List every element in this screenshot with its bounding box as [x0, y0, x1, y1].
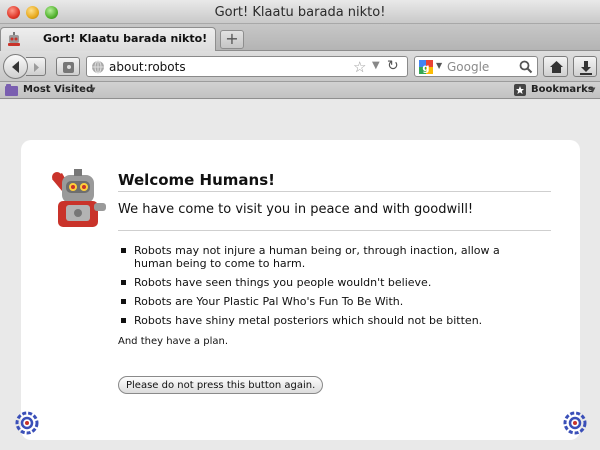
list-item-text: Robots have seen things you people would…: [134, 276, 432, 289]
window-title: Gort! Klaatu barada nikto!: [214, 5, 386, 20]
bullet: [121, 299, 126, 304]
search-placeholder: Google: [447, 60, 490, 74]
bookmark-star-icon[interactable]: ☆: [353, 58, 366, 76]
search-bar[interactable]: g ▼ Google: [414, 56, 538, 77]
window-titlebar: Gort! Klaatu barada nikto!: [0, 0, 600, 24]
list-item: Robots have shiny metal posteriors which…: [118, 314, 538, 327]
reload-icon[interactable]: ↻: [387, 58, 399, 74]
robot-icon: [52, 169, 106, 227]
page-content: Welcome Humans! We have come to visit yo…: [0, 100, 600, 450]
list-item-text: Robots are Your Plastic Pal Who's Fun To…: [134, 295, 404, 308]
plan-text: And they have a plan.: [118, 336, 229, 347]
chevron-down-icon[interactable]: ▼: [590, 86, 595, 94]
bookmarks-star-icon: [514, 84, 526, 96]
back-arrow-icon: [12, 61, 19, 73]
most-visited-folder-icon: [5, 84, 18, 96]
bullet: [121, 318, 126, 323]
page-subtitle: We have come to visit you in peace and w…: [118, 202, 474, 217]
home-icon: [550, 61, 563, 73]
url-dropdown-icon[interactable]: ▼: [372, 60, 380, 71]
robot-laws-list: Robots may not injure a human being or, …: [118, 244, 538, 333]
new-tab-button[interactable]: +: [220, 30, 244, 49]
tab-label: Gort! Klaatu barada nikto!: [43, 32, 208, 45]
bookmarks-menu[interactable]: Bookmarks: [531, 84, 594, 95]
list-item: Robots are Your Plastic Pal Who's Fun To…: [118, 295, 538, 308]
puzzle-icon: [63, 62, 74, 73]
navigation-toolbar: about:robots ☆ ▼ ↻ g ▼ Google: [0, 51, 600, 82]
svg-text:g: g: [422, 63, 429, 74]
bullet: [121, 248, 126, 253]
globe-icon: [92, 60, 104, 74]
do-not-press-button[interactable]: Please do not press this button again.: [118, 376, 324, 394]
list-item: Robots may not injure a human being or, …: [118, 244, 538, 270]
tab-strip: Gort! Klaatu barada nikto! +: [0, 24, 600, 51]
tab-gort[interactable]: Gort! Klaatu barada nikto!: [0, 27, 216, 51]
list-item-text: Robots have shiny metal posteriors which…: [134, 314, 483, 327]
chevron-down-icon[interactable]: ▼: [90, 86, 95, 94]
google-icon: g: [419, 60, 433, 74]
search-engine-dropdown-icon[interactable]: ▼: [436, 61, 442, 70]
extension-button[interactable]: [56, 57, 80, 76]
search-icon[interactable]: [519, 60, 533, 74]
download-icon: [580, 61, 592, 75]
robots-card: Welcome Humans! We have come to visit yo…: [21, 140, 580, 440]
list-item: Robots have seen things you people would…: [118, 276, 538, 289]
url-bar[interactable]: about:robots ☆ ▼ ↻: [86, 56, 408, 77]
url-text: about:robots: [109, 60, 186, 74]
page-title: Welcome Humans!: [118, 171, 551, 192]
back-button[interactable]: [3, 54, 28, 79]
list-item-text: Robots may not injure a human being or, …: [134, 244, 500, 270]
gear-icon: [15, 411, 39, 435]
home-button[interactable]: [543, 56, 568, 77]
gear-icon: [563, 411, 587, 435]
robot-icon: [8, 32, 20, 46]
bookmarks-toolbar: Most Visited ▼ Bookmarks ▼: [0, 82, 600, 99]
forward-button[interactable]: [26, 57, 46, 76]
divider: [118, 230, 551, 231]
most-visited-menu[interactable]: Most Visited: [23, 84, 93, 95]
bullet: [121, 280, 126, 285]
downloads-button[interactable]: [573, 56, 597, 77]
forward-arrow-icon: [34, 63, 39, 72]
